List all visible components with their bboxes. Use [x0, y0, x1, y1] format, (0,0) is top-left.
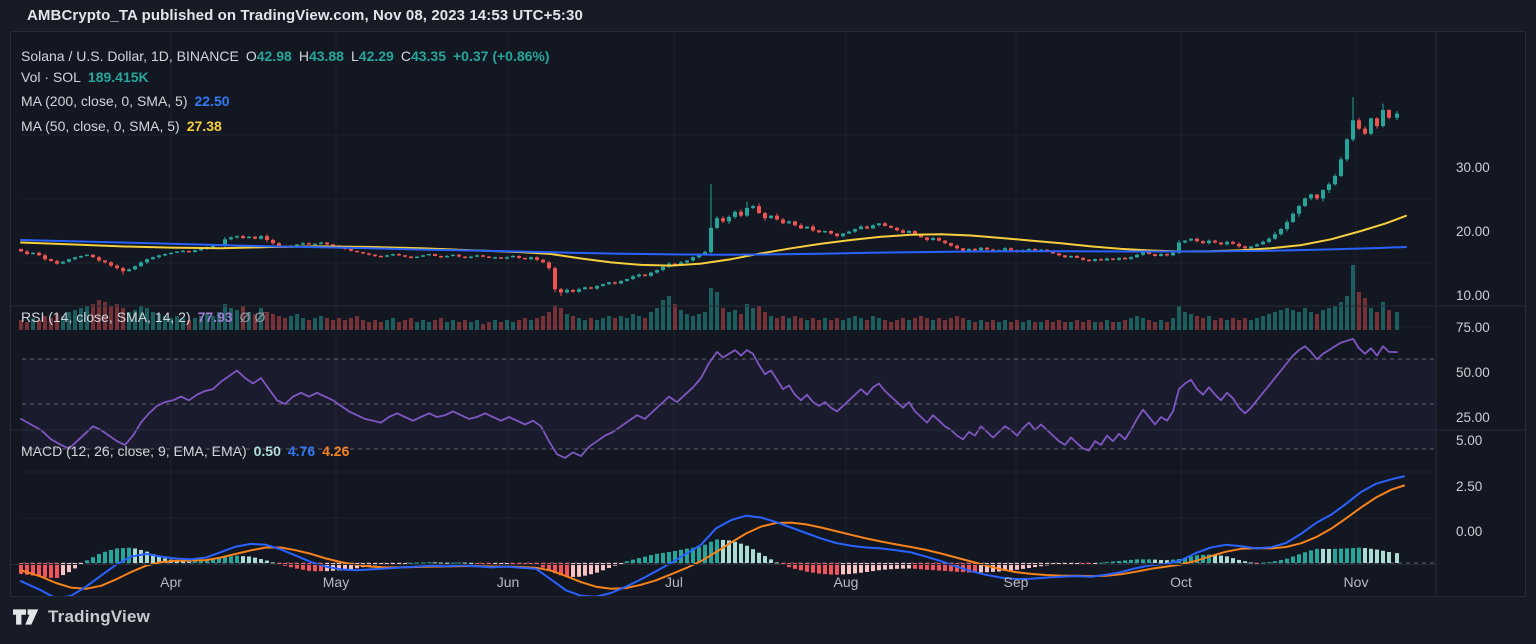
- volume-legend[interactable]: Vol · SOL 189.415K: [21, 69, 149, 85]
- ma200-label: MA (200, close, 0, SMA, 5): [21, 93, 188, 109]
- axis-tick-label: 0.00: [1456, 524, 1482, 539]
- price-axis[interactable]: USD 43.35 14:36:10 30.0020.0010.0075.005…: [1438, 32, 1526, 596]
- symbol-legend[interactable]: Solana / U.S. Dollar, 1D, BINANCE O42.98…: [21, 48, 550, 64]
- ma50-legend[interactable]: MA (50, close, 0, SMA, 5) 27.38: [21, 118, 222, 134]
- symbol-title: Solana / U.S. Dollar, 1D, BINANCE: [21, 48, 239, 64]
- macd-legend[interactable]: MACD (12, 26, close, 9, EMA, EMA) 0.50 4…: [21, 443, 349, 459]
- time-axis[interactable]: Apr May Jun Jul Aug Sep Oct Nov: [11, 564, 1436, 598]
- month-label-jun: Jun: [497, 574, 520, 590]
- macd-label: MACD (12, 26, close, 9, EMA, EMA): [21, 443, 247, 459]
- axis-tick-label: 2.50: [1456, 479, 1482, 494]
- axis-tick-label: 10.00: [1456, 288, 1490, 303]
- macd-hist-value: 0.50: [254, 443, 281, 459]
- ohlc-close: C43.35: [401, 48, 446, 64]
- ma50-label: MA (50, close, 0, SMA, 5): [21, 118, 180, 134]
- month-label-nov: Nov: [1344, 574, 1369, 590]
- month-label-oct: Oct: [1170, 574, 1192, 590]
- axis-tick-label: 30.00: [1456, 160, 1490, 175]
- footer: TradingView: [13, 606, 150, 628]
- rsi-label: RSI (14, close, SMA, 14, 2): [21, 309, 191, 325]
- publication-header: AMBCrypto_TA published on TradingView.co…: [27, 7, 583, 27]
- ma200-value: 22.50: [195, 93, 230, 109]
- ohlc-low: L42.29: [351, 48, 394, 64]
- chart-widget: Solana / U.S. Dollar, 1D, BINANCE O42.98…: [10, 31, 1526, 597]
- ohlc-open: O42.98: [246, 48, 292, 64]
- axis-tick-label: 5.00: [1456, 433, 1482, 448]
- rsi-extra: Ø Ø: [240, 309, 266, 325]
- ma50-value: 27.38: [187, 118, 222, 134]
- tradingview-logo-icon[interactable]: [13, 606, 39, 628]
- rsi-value: 77.93: [198, 309, 233, 325]
- month-label-jul: Jul: [665, 574, 683, 590]
- change-value: +0.37 (+0.86%): [453, 48, 550, 64]
- volume-label: Vol · SOL: [21, 69, 81, 85]
- axis-tick-label: 25.00: [1456, 410, 1490, 425]
- ma200-legend[interactable]: MA (200, close, 0, SMA, 5) 22.50: [21, 93, 230, 109]
- month-label-aug: Aug: [834, 574, 859, 590]
- axis-tick-label: 50.00: [1456, 365, 1490, 380]
- month-label-may: May: [323, 574, 349, 590]
- month-label-apr: Apr: [160, 574, 182, 590]
- volume-value: 189.415K: [88, 69, 149, 85]
- ohlc-high: H43.88: [299, 48, 344, 64]
- month-label-sep: Sep: [1004, 574, 1029, 590]
- macd-line-value: 4.76: [288, 443, 315, 459]
- axis-tick-label: 20.00: [1456, 224, 1490, 239]
- macd-signal-value: 4.26: [322, 443, 349, 459]
- axis-tick-label: 75.00: [1456, 320, 1490, 335]
- published-chart-page: AMBCrypto_TA published on TradingView.co…: [0, 0, 1536, 644]
- rsi-legend[interactable]: RSI (14, close, SMA, 14, 2) 77.93 Ø Ø: [21, 309, 265, 325]
- tradingview-brand-text[interactable]: TradingView: [48, 607, 150, 627]
